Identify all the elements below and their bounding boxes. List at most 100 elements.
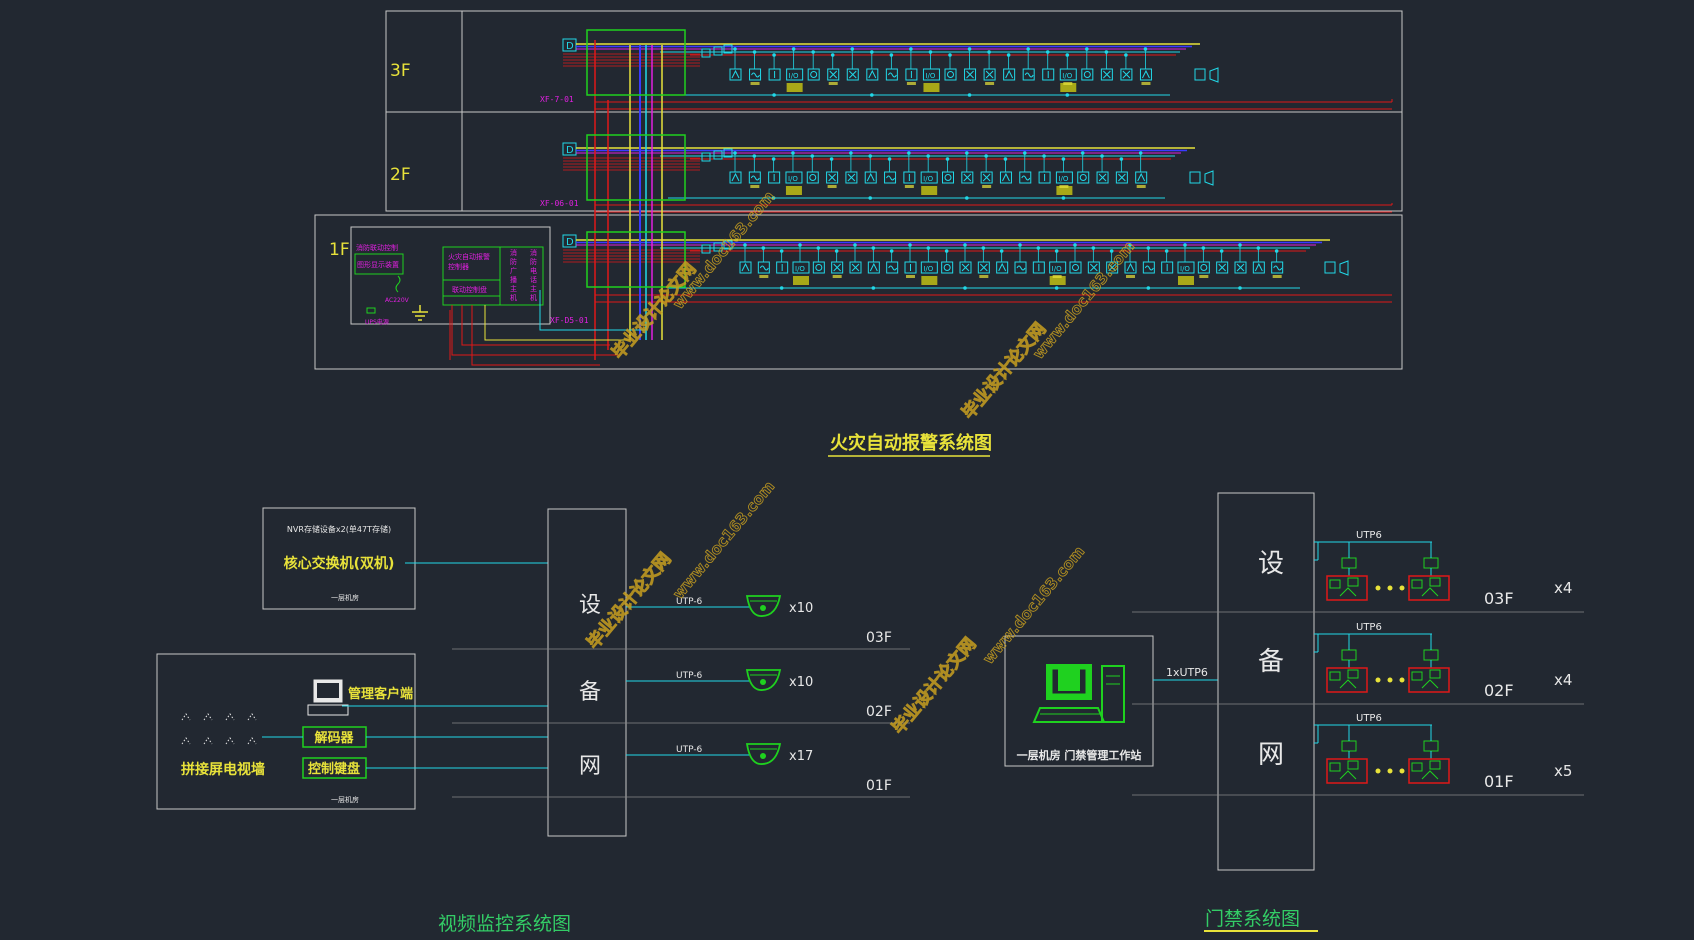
detector-symbol [1273, 265, 1283, 271]
door-swing-icon [1421, 587, 1439, 597]
detector-symbol [1118, 173, 1126, 182]
video-wall-screens [181, 713, 257, 745]
watermark-text: 毕业设计论文网 [958, 319, 1051, 424]
device-tag [904, 185, 914, 188]
fire-diagram-title: 火灾自动报警系统图 [830, 432, 992, 454]
device-node [987, 50, 991, 54]
access-network-char-3: 网 [1258, 740, 1284, 770]
detector-symbol [1254, 262, 1263, 272]
collector-node [772, 93, 776, 97]
detector-symbol [1142, 69, 1150, 79]
detector-symbol [866, 172, 875, 182]
device-node [850, 47, 855, 51]
device-node [743, 243, 747, 247]
door-controller-icon [1423, 649, 1439, 661]
camera-count: x10 [789, 675, 813, 690]
ups-icon [366, 307, 376, 314]
nvr-label: NVR存储设备x2(单47T存储) [287, 524, 391, 534]
device-node [1274, 249, 1279, 253]
camera-row-03F: UTP-6 x1003F [452, 595, 910, 650]
door-lock-icon [1347, 669, 1359, 679]
detector-symbol [731, 69, 740, 79]
door-swing-icon [1421, 770, 1439, 780]
door-lock-icon [1429, 669, 1441, 679]
door-reader-icon [1411, 671, 1423, 681]
detector-box [812, 261, 825, 274]
access-floor-label: 03F [1484, 589, 1514, 608]
detector-symbol [851, 263, 860, 272]
vertical-char: 播 [510, 275, 517, 284]
device-tag [832, 275, 842, 278]
io-module-label: I/O [1062, 72, 1072, 80]
io-module-label: I/O [789, 72, 799, 80]
core-room-label: 一层机房 [331, 593, 359, 602]
device-node [1146, 246, 1151, 250]
ellipsis-dot [1399, 677, 1405, 683]
access-diagram-title: 门禁系统图 [1205, 908, 1300, 930]
detector-symbol [979, 263, 988, 272]
door-link-line [1317, 724, 1432, 743]
device-node [907, 151, 911, 155]
access-network-char-2: 备 [1258, 647, 1284, 677]
device-node [1006, 53, 1011, 57]
device-node [771, 157, 776, 161]
panel-label-2f: XF-06-01 [540, 199, 579, 208]
phone-host-label: 消防电话主机 [530, 248, 537, 302]
watermark-text: 毕业设计论文网 [608, 259, 701, 364]
device-node [1124, 53, 1128, 57]
detector-symbol [1200, 264, 1208, 271]
detector-symbol [961, 263, 970, 272]
detector-symbol [944, 174, 952, 181]
device-node [1026, 47, 1030, 51]
collector-node [870, 93, 874, 97]
camera-lens [760, 605, 766, 611]
device-node [963, 243, 967, 247]
access-door-rows: UTP6 03F x4 UTP6 02F x4 UTP6 01F x5 [1132, 530, 1584, 796]
collector-node [871, 286, 876, 290]
detector-symbol [1021, 175, 1031, 181]
ctrl-line-2 [461, 305, 610, 346]
keyboard-label: 控制键盘 [308, 761, 360, 777]
wall-screen-icon [225, 737, 235, 745]
fire-upper-frame [385, 10, 1403, 212]
speaker-symbol [1339, 260, 1349, 276]
door-swing-icon [1339, 679, 1357, 689]
ups-label: UPS电源 [365, 318, 389, 326]
device-tag [1052, 275, 1062, 278]
device-node [889, 53, 894, 57]
ws-keyboard [1032, 707, 1106, 723]
wall-screen-icon [203, 713, 213, 721]
device-node [1091, 246, 1096, 250]
small-module [701, 244, 711, 254]
speaker-symbol [1204, 170, 1214, 186]
device-node [761, 246, 766, 250]
door-cable-label: UTP6 [1356, 530, 1382, 541]
video-network-box [547, 508, 627, 837]
detector-symbol [1103, 70, 1111, 79]
detector-symbol [947, 71, 954, 78]
access-floor-label: 01F [1484, 772, 1514, 791]
detector-symbol [963, 173, 972, 182]
ellipsis-dot [1375, 585, 1381, 591]
device-node [733, 47, 737, 51]
detector-symbol [998, 262, 1007, 272]
detector-symbol [1002, 172, 1010, 182]
video-camera-rows: UTP-6 x1003FUTP-6 x1002FUTP-6 x1701F [452, 595, 910, 798]
device-node [849, 151, 853, 155]
video-diagram-title: 视频监控系统图 [438, 913, 571, 935]
detector-box [941, 261, 954, 274]
collector-node [963, 286, 967, 290]
drawing-canvas: 3F 2F 1F D I/O I/O I/O D I/O I/O I/O D I/O I/O I/O I… [156, 10, 1584, 935]
vertical-char: 广 [510, 266, 517, 275]
device-node [908, 243, 912, 247]
detector-symbol [869, 262, 878, 272]
decoder-label: 解码器 [313, 730, 354, 746]
door-count: x5 [1554, 762, 1572, 780]
vertical-char: 主 [530, 284, 537, 293]
device-tag [1141, 82, 1151, 85]
camera-lens [760, 679, 766, 685]
device-tag [759, 275, 769, 278]
device-node [752, 50, 757, 54]
device-tag [982, 185, 992, 188]
io-module-tag [793, 276, 809, 285]
